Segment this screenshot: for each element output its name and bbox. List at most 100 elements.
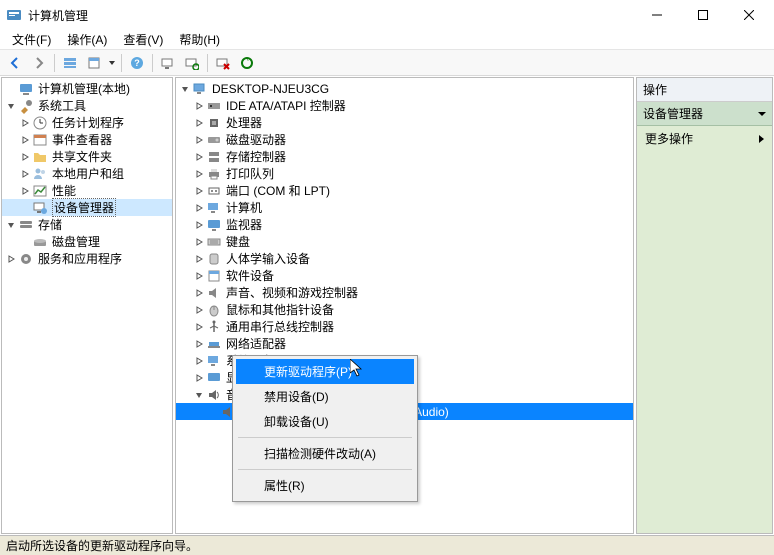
context-menu: 更新驱动程序(P) 禁用设备(D) 卸载设备(U) 扫描检测硬件改动(A) 属性… xyxy=(232,355,418,502)
dropdown-arrow[interactable] xyxy=(107,59,117,67)
tree-device-manager[interactable]: 设备管理器 xyxy=(2,199,172,216)
cat-ide[interactable]: IDE ATA/ATAPI 控制器 xyxy=(176,97,633,114)
cat-computer[interactable]: 计算机 xyxy=(176,199,633,216)
audio-icon xyxy=(206,387,222,403)
expand-icon[interactable] xyxy=(192,218,206,232)
collapse-icon[interactable] xyxy=(178,82,192,96)
expand-icon[interactable] xyxy=(192,184,206,198)
expand-icon[interactable] xyxy=(192,320,206,334)
tree-local-users[interactable]: 本地用户和组 xyxy=(2,165,172,182)
update-driver-button[interactable] xyxy=(236,52,258,74)
left-tree-pane[interactable]: 计算机管理(本地) 系统工具 任务计划程序 事件查看器 共享文件夹 本地用户和组… xyxy=(1,77,173,534)
expand-icon[interactable] xyxy=(18,150,32,164)
tree-performance[interactable]: 性能 xyxy=(2,182,172,199)
actions-section[interactable]: 设备管理器 xyxy=(637,102,772,126)
right-arrow-icon xyxy=(759,135,764,143)
services-icon xyxy=(18,251,34,267)
device-root[interactable]: DESKTOP-NJEU3CG xyxy=(176,80,633,97)
menu-action[interactable]: 操作(A) xyxy=(59,29,115,50)
help-button[interactable]: ? xyxy=(126,52,148,74)
cat-processor[interactable]: 处理器 xyxy=(176,114,633,131)
device-manager-icon xyxy=(32,200,48,216)
cat-print-queues[interactable]: 打印队列 xyxy=(176,165,633,182)
expand-icon[interactable] xyxy=(192,303,206,317)
cat-network[interactable]: 网络适配器 xyxy=(176,335,633,352)
expand-icon[interactable] xyxy=(192,116,206,130)
expand-icon[interactable] xyxy=(192,99,206,113)
cm-scan[interactable]: 扫描检测硬件改动(A) xyxy=(236,441,414,466)
details-button[interactable] xyxy=(59,52,81,74)
nav-back-button[interactable] xyxy=(4,52,26,74)
cat-disk-drives[interactable]: 磁盘驱动器 xyxy=(176,131,633,148)
tree-storage[interactable]: 存储 xyxy=(2,216,172,233)
tree-system-tools[interactable]: 系统工具 xyxy=(2,97,172,114)
cat-keyboards[interactable]: 键盘 xyxy=(176,233,633,250)
tree-disk-management[interactable]: 磁盘管理 xyxy=(2,233,172,250)
cat-mice[interactable]: 鼠标和其他指针设备 xyxy=(176,301,633,318)
tree-event-viewer[interactable]: 事件查看器 xyxy=(2,131,172,148)
clock-icon xyxy=(32,115,48,131)
expand-icon[interactable] xyxy=(18,116,32,130)
tree-services[interactable]: 服务和应用程序 xyxy=(2,250,172,267)
status-bar: 启动所选设备的更新驱动程序向导。 xyxy=(0,535,774,555)
window-title: 计算机管理 xyxy=(28,7,634,24)
expand-icon[interactable] xyxy=(18,184,32,198)
properties-button[interactable] xyxy=(83,52,105,74)
toolbar: ? xyxy=(0,50,774,76)
app-icon xyxy=(6,7,22,23)
uninstall-button[interactable] xyxy=(212,52,234,74)
collapse-icon[interactable] xyxy=(192,388,206,402)
expand-icon[interactable] xyxy=(192,235,206,249)
close-button[interactable] xyxy=(726,0,772,30)
status-text: 启动所选设备的更新驱动程序向导。 xyxy=(6,537,198,554)
monitor-icon xyxy=(206,217,222,233)
cat-monitors[interactable]: 监视器 xyxy=(176,216,633,233)
expand-icon[interactable] xyxy=(192,150,206,164)
cat-usb[interactable]: 通用串行总线控制器 xyxy=(176,318,633,335)
cat-sound[interactable]: 声音、视频和游戏控制器 xyxy=(176,284,633,301)
mouse-icon xyxy=(206,302,222,318)
tree-task-scheduler[interactable]: 任务计划程序 xyxy=(2,114,172,131)
expand-icon[interactable] xyxy=(192,201,206,215)
cat-ports[interactable]: 端口 (COM 和 LPT) xyxy=(176,182,633,199)
menubar: 文件(F) 操作(A) 查看(V) 帮助(H) xyxy=(0,30,774,50)
cm-update-driver[interactable]: 更新驱动程序(P) xyxy=(236,359,414,384)
refresh-button[interactable] xyxy=(181,52,203,74)
cat-hid[interactable]: 人体学输入设备 xyxy=(176,250,633,267)
expand-icon[interactable] xyxy=(192,337,206,351)
usb-icon xyxy=(206,319,222,335)
expand-icon[interactable] xyxy=(18,133,32,147)
up-arrow-icon xyxy=(758,112,766,116)
scan-button[interactable] xyxy=(157,52,179,74)
expand-icon[interactable] xyxy=(192,133,206,147)
minimize-button[interactable] xyxy=(634,0,680,30)
cat-storage-controllers[interactable]: 存储控制器 xyxy=(176,148,633,165)
expand-icon[interactable] xyxy=(18,167,32,181)
nav-forward-button[interactable] xyxy=(28,52,50,74)
collapse-icon[interactable] xyxy=(4,99,18,113)
expand-icon[interactable] xyxy=(192,286,206,300)
folder-icon xyxy=(32,149,48,165)
tree-root[interactable]: 计算机管理(本地) xyxy=(2,80,172,97)
expand-icon[interactable] xyxy=(192,269,206,283)
maximize-button[interactable] xyxy=(680,0,726,30)
expand-icon[interactable] xyxy=(192,371,206,385)
cm-properties[interactable]: 属性(R) xyxy=(236,473,414,498)
users-icon xyxy=(32,166,48,182)
center-tree-pane[interactable]: DESKTOP-NJEU3CG IDE ATA/ATAPI 控制器 处理器 磁盘… xyxy=(175,77,634,534)
collapse-icon[interactable] xyxy=(4,218,18,232)
menu-file[interactable]: 文件(F) xyxy=(4,29,59,50)
cat-software-devices[interactable]: 软件设备 xyxy=(176,267,633,284)
menu-view[interactable]: 查看(V) xyxy=(115,29,171,50)
tree-shared-folders[interactable]: 共享文件夹 xyxy=(2,148,172,165)
expand-icon[interactable] xyxy=(192,167,206,181)
expand-icon[interactable] xyxy=(4,252,18,266)
menu-help[interactable]: 帮助(H) xyxy=(171,29,228,50)
action-more[interactable]: 更多操作 xyxy=(637,126,772,151)
computer-icon xyxy=(192,81,208,97)
keyboard-icon xyxy=(206,234,222,250)
expand-icon[interactable] xyxy=(192,354,206,368)
expand-icon[interactable] xyxy=(192,252,206,266)
cm-uninstall[interactable]: 卸载设备(U) xyxy=(236,409,414,434)
cm-disable[interactable]: 禁用设备(D) xyxy=(236,384,414,409)
